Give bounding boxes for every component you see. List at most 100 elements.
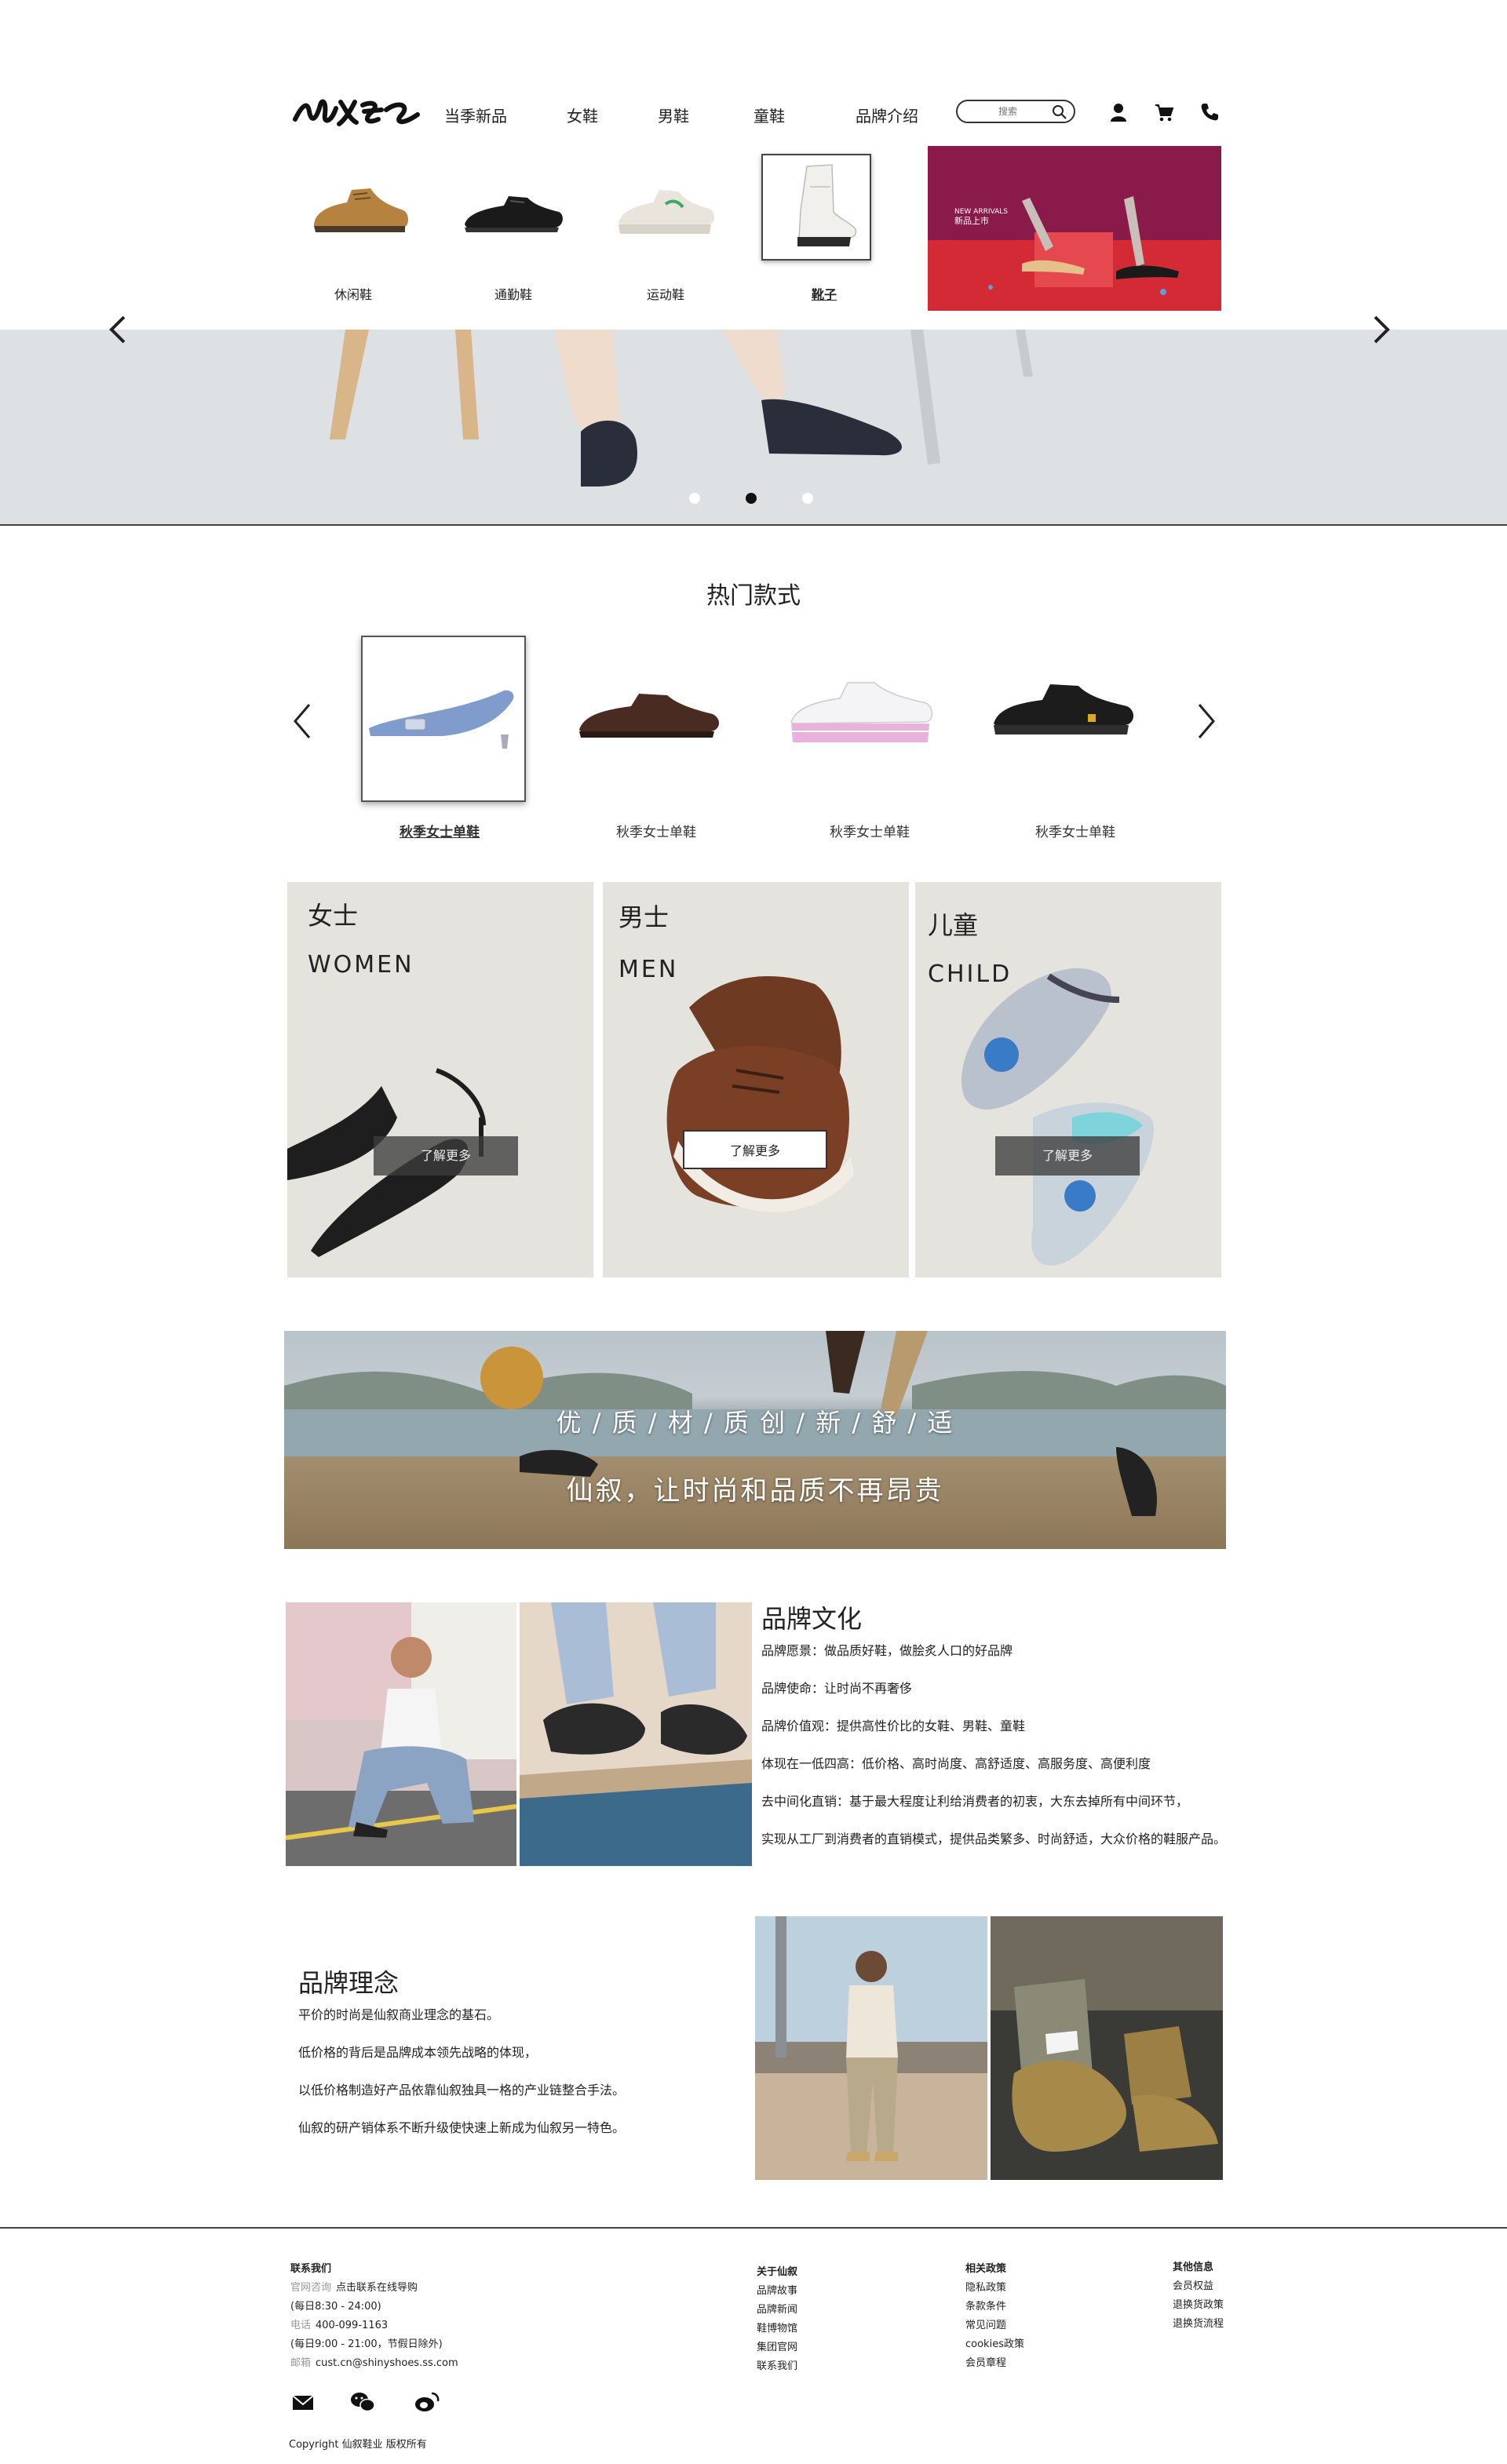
weibo-icon[interactable]	[413, 2390, 441, 2414]
child-en-label: CHILD	[928, 960, 1013, 988]
hot-item-label[interactable]: 秋季女士单鞋	[783, 821, 956, 840]
desert-boots-image	[991, 1916, 1223, 2180]
hot-prev-arrow[interactable]	[290, 702, 314, 741]
search-icon[interactable]	[1052, 104, 1067, 120]
footer-policy-link[interactable]: cookies政策	[965, 2335, 1024, 2350]
hero-dot-2[interactable]	[746, 493, 757, 504]
hot-next-arrow[interactable]	[1195, 702, 1218, 741]
men-panel[interactable]: 男士 MEN 了解更多	[603, 882, 909, 1278]
nav-new-season[interactable]: 当季新品	[444, 104, 507, 126]
men-shoes-image	[666, 976, 854, 1212]
category-sport-card[interactable]	[611, 154, 721, 261]
brand-logo[interactable]	[292, 88, 422, 135]
promo-banner[interactable]: NEW ARRIVALS 新品上市	[928, 146, 1221, 311]
nav-kids[interactable]: 童鞋	[754, 104, 785, 126]
user-icon[interactable]	[1108, 102, 1129, 122]
hot-item-label[interactable]: 秋季女士单鞋	[353, 821, 526, 840]
search-input[interactable]	[969, 104, 1047, 119]
hero-prev-arrow[interactable]	[102, 314, 133, 345]
category-commute-label[interactable]: 通勤鞋	[435, 284, 592, 303]
footer-about-link[interactable]: 品牌新闻	[757, 2301, 797, 2316]
phone-hours: (每日9:00 - 21:00，节假日除外)	[290, 2338, 443, 2350]
search-box	[956, 100, 1075, 123]
man-standing-image	[755, 1916, 987, 2180]
footer-about-link[interactable]: 集团官网	[757, 2338, 797, 2353]
promo-image	[928, 146, 1221, 311]
footer-policy-link[interactable]: 会员章程	[965, 2354, 1006, 2369]
category-casual-label[interactable]: 休闲鞋	[275, 284, 432, 303]
quality-banner: 优 / 质 / 材 / 质 创 / 新 / 舒 / 适 仙叙，让时尚和品质不再昂…	[284, 1331, 1226, 1549]
cart-icon[interactable]	[1154, 102, 1174, 122]
wechat-icon[interactable]	[348, 2390, 377, 2414]
email-link[interactable]: cust.cn@shinyshoes.ss.com	[316, 2357, 458, 2369]
footer-other-title: 其他信息	[1173, 2262, 1214, 2273]
nav-men[interactable]: 男鞋	[658, 104, 689, 126]
culture-line: 去中间化直销：基于最大程度让利给消费者的初衷，大东去掉所有中间环节，	[761, 1794, 1189, 1809]
hot-item-card[interactable]	[361, 636, 526, 802]
culture-title: 品牌文化	[761, 1604, 863, 1634]
hot-item-card[interactable]	[568, 636, 733, 802]
hot-item-label[interactable]: 秋季女士单鞋	[570, 821, 743, 840]
category-boots-card[interactable]	[761, 154, 871, 261]
hero-dot-1[interactable]	[689, 493, 700, 504]
hot-item-card[interactable]	[983, 636, 1148, 802]
contact-line-label: 官网咨询	[290, 2282, 332, 2294]
mail-icon[interactable]	[290, 2390, 319, 2414]
footer-policy-title: 相关政策	[965, 2263, 1007, 2275]
footer-policy-link[interactable]: 条款条件	[965, 2298, 1006, 2313]
category-casual-card[interactable]	[306, 154, 416, 261]
culture-photo-2	[520, 1602, 752, 1866]
sneaker-icon	[618, 190, 714, 234]
culture-line: 品牌愿景：做品质好鞋，做脍炙人口的好品牌	[761, 1643, 1013, 1658]
concept-line: 平价的时尚是仙叙商业理念的基石。	[298, 2007, 500, 2022]
category-commute-card[interactable]	[458, 154, 568, 261]
footer-about-link[interactable]: 鞋博物馆	[757, 2320, 797, 2335]
hero-dot-3[interactable]	[802, 493, 813, 504]
women-shoes-image	[287, 1068, 486, 1257]
phone-icon[interactable]	[1199, 102, 1220, 122]
contact-line-label: 邮箱	[290, 2357, 312, 2369]
consult-hours: (每日8:30 - 24:00)	[290, 2301, 381, 2313]
promo-line-2: 新品上市	[954, 216, 989, 226]
site-header: 当季新品 女鞋 男鞋 童鞋 品牌介绍 搜索 休闲鞋 通勤鞋 运动鞋 靴子 NEW…	[0, 0, 1507, 330]
phone-number[interactable]: 400-099-1163	[316, 2320, 388, 2331]
online-consult-link[interactable]: 点击联系在线导购	[336, 2282, 418, 2294]
hot-item-label[interactable]: 秋季女士单鞋	[989, 821, 1162, 840]
footer-other-link[interactable]: 会员权益	[1173, 2277, 1213, 2292]
men-learn-more-button[interactable]: 了解更多	[683, 1130, 827, 1169]
footer-contact-line: (每日8:30 - 24:00)	[290, 2298, 381, 2313]
contact-line-label: 电话	[290, 2320, 312, 2331]
women-en-label: WOMEN	[308, 951, 414, 979]
nav-women[interactable]: 女鞋	[567, 104, 598, 126]
culture-line: 品牌价值观：提供高性价比的女鞋、男鞋、童鞋	[761, 1719, 1026, 1733]
footer-other-link[interactable]: 退换货流程	[1173, 2315, 1224, 2330]
women-learn-more-button[interactable]: 了解更多	[374, 1136, 518, 1176]
footer-contact-title: 联系我们	[290, 2263, 332, 2275]
banner-slogan: 仙叙，让时尚和品质不再昂贵	[566, 1475, 944, 1507]
women-cn-label: 女士	[308, 901, 359, 931]
hot-item-card[interactable]	[782, 636, 947, 802]
footer-other-link[interactable]: 退换货政策	[1173, 2296, 1224, 2311]
child-learn-more-button[interactable]: 了解更多	[995, 1136, 1140, 1176]
concept-title: 品牌理念	[298, 1968, 400, 1998]
pink-sneaker-icon	[790, 682, 933, 742]
culture-line: 体现在一低四高：低价格、高时尚度、高舒适度、高服务度、高便利度	[761, 1756, 1151, 1771]
concept-line: 仙叙的研产销体系不断升级使快速上新成为仙叙另一特色。	[298, 2120, 626, 2135]
blue-flat-icon	[369, 690, 514, 749]
hot-section-title: 热门款式	[706, 582, 801, 610]
hero-next-arrow[interactable]	[1366, 314, 1397, 345]
child-cn-label: 儿童	[928, 910, 979, 940]
copyright: Copyright 仙叙鞋业 版权所有	[289, 2439, 427, 2451]
footer-policy-link[interactable]: 常见问题	[965, 2316, 1006, 2331]
banner-image	[284, 1331, 1226, 1516]
footer-about-link[interactable]: 联系我们	[757, 2357, 797, 2372]
footer-policy-link[interactable]: 隐私政策	[965, 2279, 1006, 2294]
culture-line: 实现从工厂到消费者的直销模式，提供品类繁多、时尚舒适，大众价格的鞋服产品。	[761, 1832, 1227, 1846]
footer-about-link[interactable]: 品牌故事	[757, 2282, 797, 2297]
category-sport-label[interactable]: 运动鞋	[587, 284, 744, 303]
women-panel[interactable]: 女士 WOMEN 了解更多	[287, 882, 593, 1278]
casual-shoe-icon	[314, 188, 408, 232]
child-panel[interactable]: 儿童 CHILD 了解更多	[915, 882, 1221, 1278]
category-boots-label[interactable]: 靴子	[746, 284, 903, 303]
nav-brand[interactable]: 品牌介绍	[856, 104, 918, 126]
